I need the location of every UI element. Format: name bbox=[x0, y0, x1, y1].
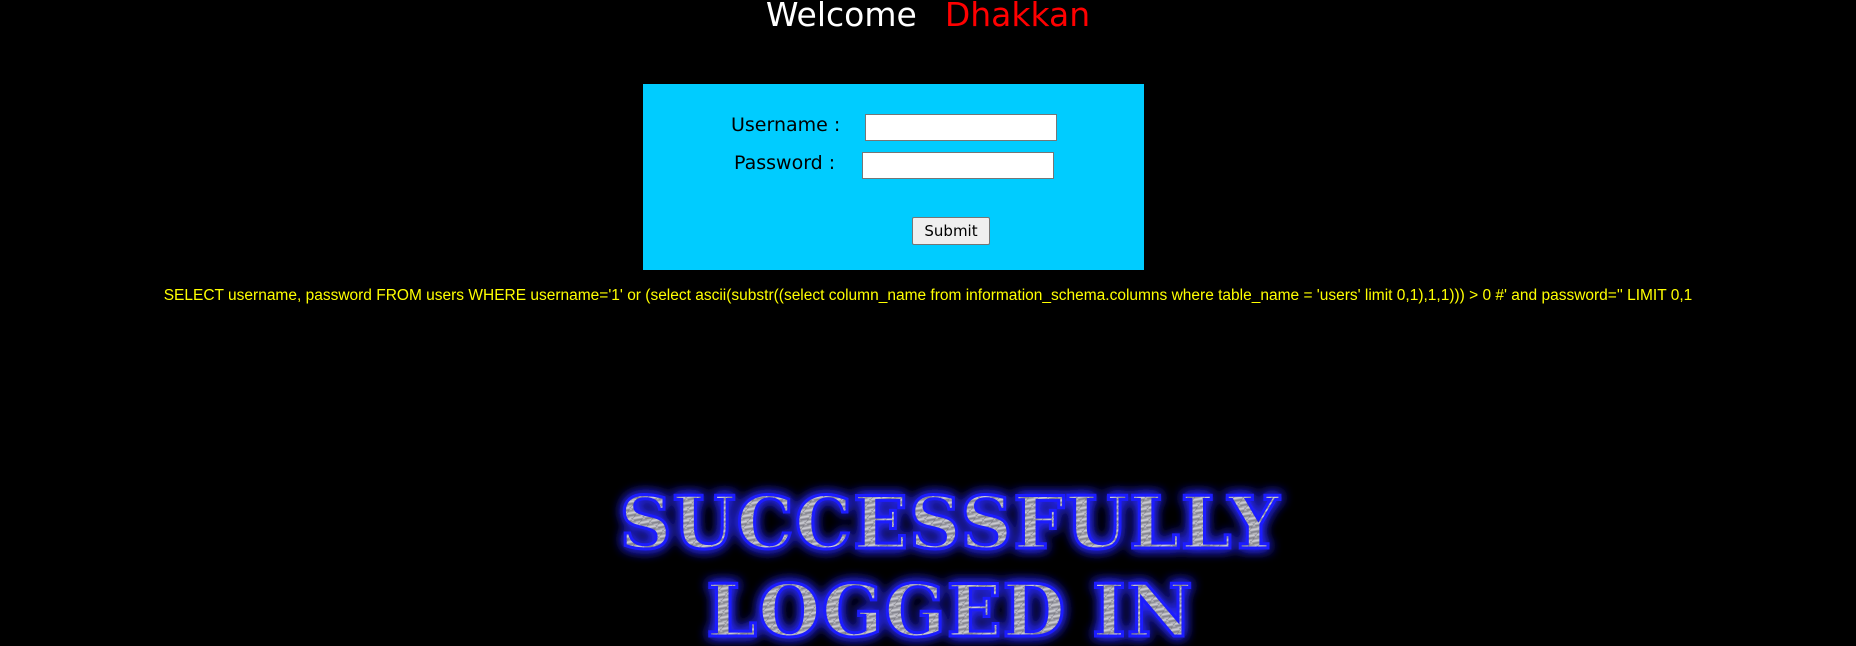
sql-query-text: SELECT username, password FROM users WHE… bbox=[163, 287, 1693, 304]
page: Welcome Dhakkan Username : Password : Sub… bbox=[0, 0, 1856, 646]
password-label: Password : bbox=[734, 152, 836, 174]
username-label: Username : bbox=[731, 114, 841, 136]
success-banner-image: SUCCESSFULLY LOGGED IN bbox=[618, 479, 1281, 646]
welcome-text: Welcome bbox=[765, 0, 917, 34]
banner-line-1: SUCCESSFULLY bbox=[620, 480, 1281, 565]
user-name: Dhakkan bbox=[944, 0, 1091, 34]
login-form: Username : Password : Submit bbox=[643, 84, 1144, 270]
submit-button[interactable]: Submit bbox=[912, 217, 990, 245]
password-input[interactable] bbox=[862, 152, 1054, 179]
welcome-header: Welcome Dhakkan bbox=[0, 0, 1856, 32]
banner-line-2: LOGGED IN bbox=[706, 568, 1193, 646]
username-input[interactable] bbox=[865, 114, 1057, 141]
